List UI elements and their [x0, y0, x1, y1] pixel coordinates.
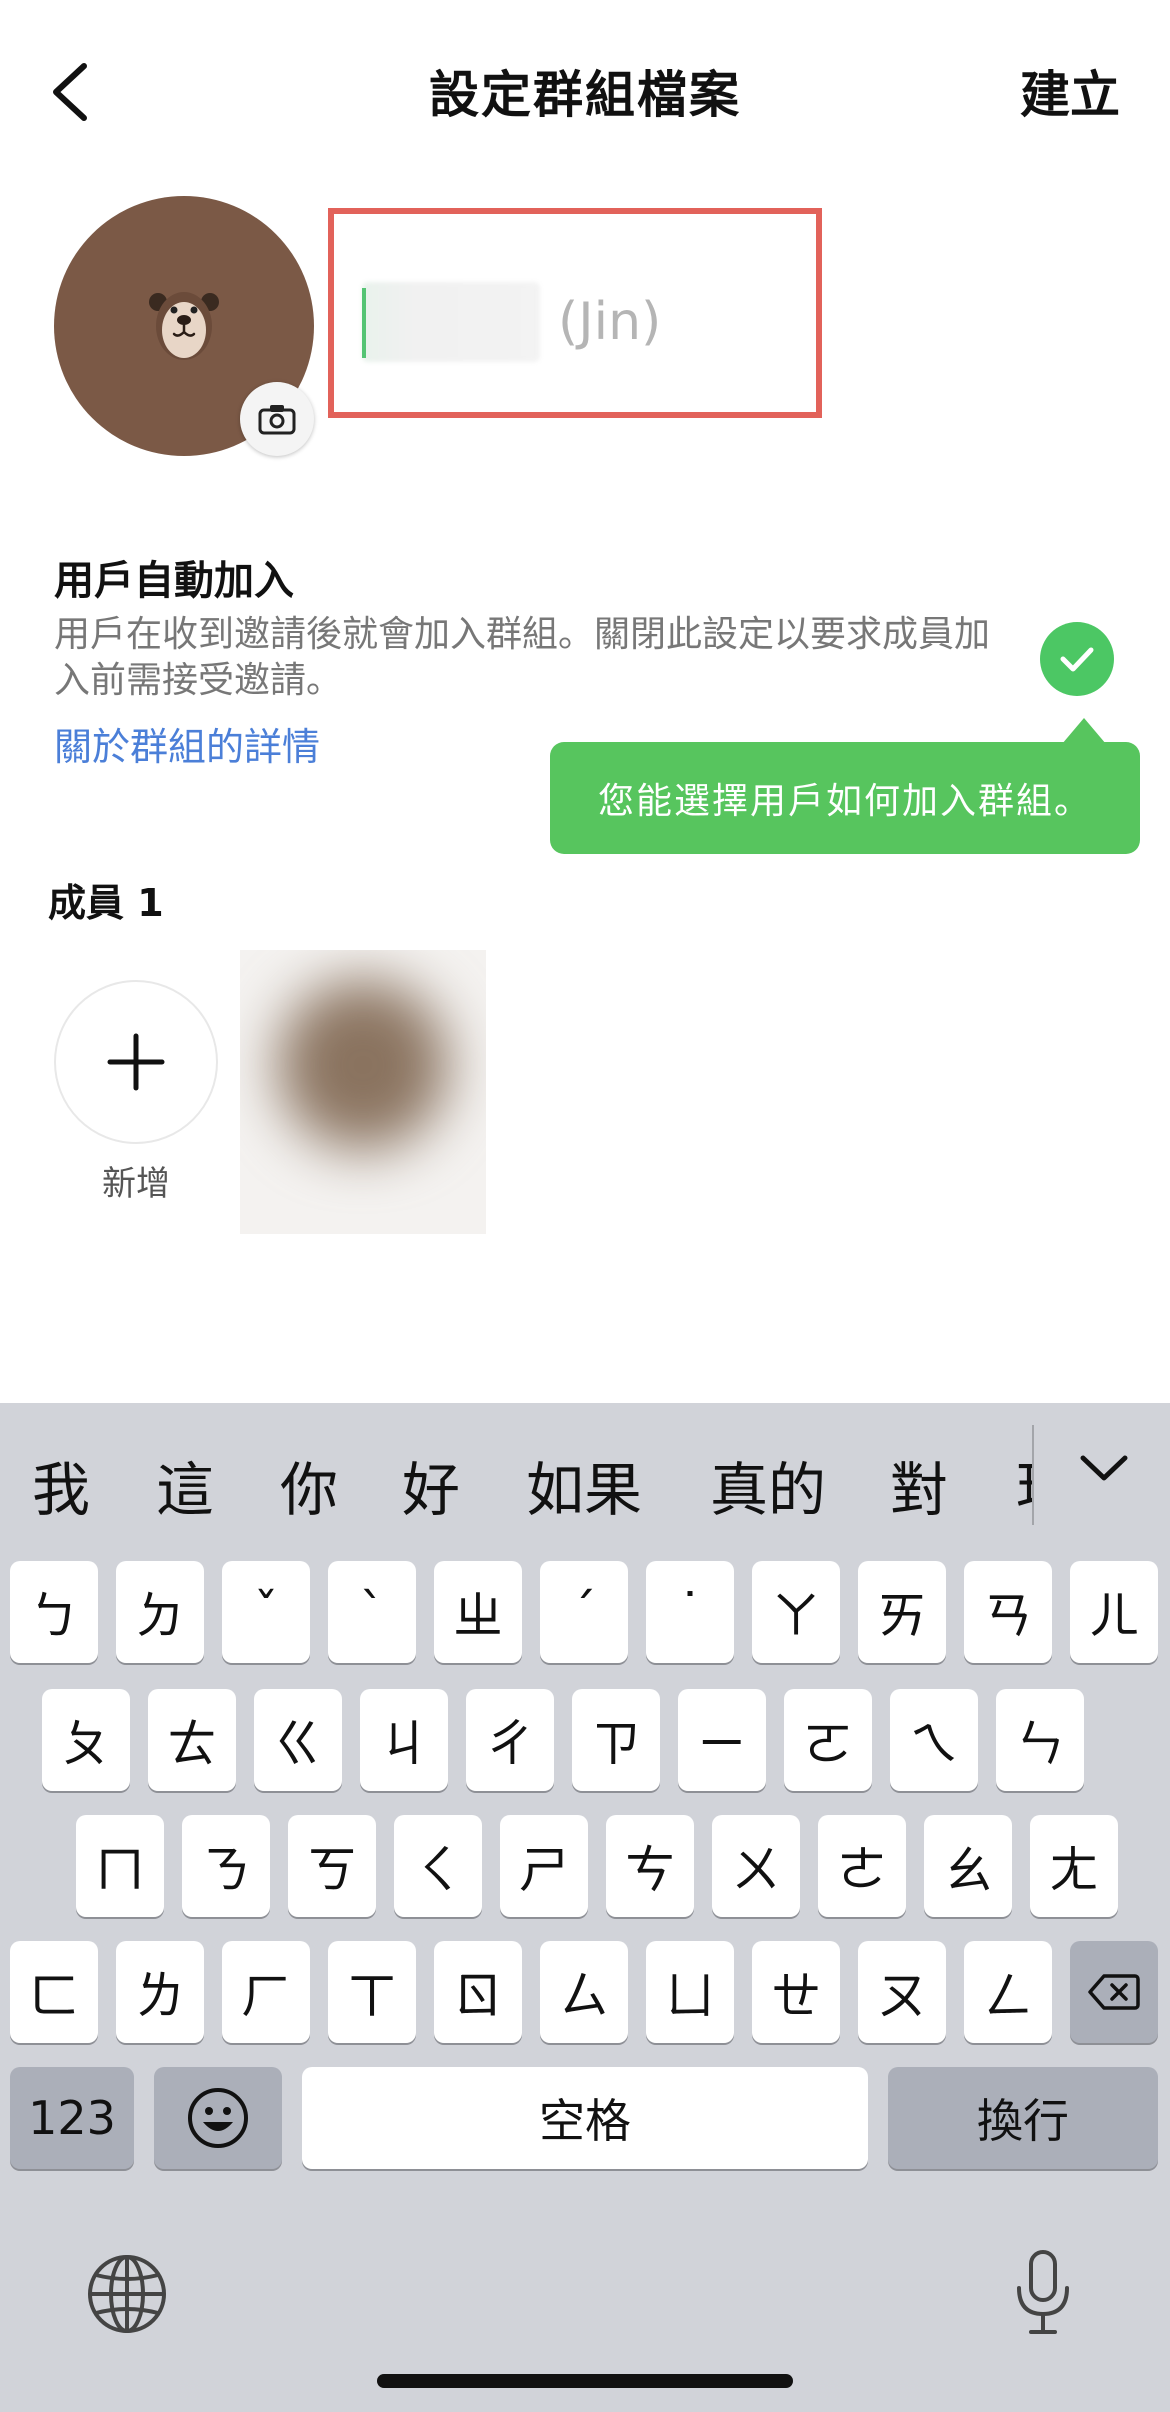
key[interactable]: ㄔ [466, 1689, 554, 1791]
return-key[interactable]: 換行 [888, 2067, 1158, 2169]
group-name-field[interactable]: (Jin) [328, 208, 822, 418]
globe-button[interactable] [82, 2249, 172, 2339]
key[interactable]: ˇ [222, 1561, 310, 1663]
header: 設定群組檔案 建立 [0, 0, 1170, 180]
emoji-key[interactable] [154, 2067, 282, 2169]
candidate-word[interactable]: 對 [890, 1443, 948, 1527]
candidate-word[interactable]: 你 [280, 1443, 338, 1527]
key[interactable]: ㄇ [76, 1815, 164, 1917]
key[interactable]: ㄥ [964, 1941, 1052, 2043]
key[interactable]: ㄉ [116, 1561, 204, 1663]
candidate-word[interactable]: 這 [156, 1443, 214, 1527]
key[interactable]: ㄨ [712, 1815, 800, 1917]
key[interactable]: ㄗ [572, 1689, 660, 1791]
key[interactable]: ㄢ [964, 1561, 1052, 1663]
key[interactable]: ㄘ [606, 1815, 694, 1917]
key[interactable]: ㄑ [394, 1815, 482, 1917]
key[interactable]: ㄈ [10, 1941, 98, 2043]
key[interactable]: ㄦ [1070, 1561, 1158, 1663]
text-cursor [362, 288, 366, 358]
key[interactable]: ˋ [328, 1561, 416, 1663]
key[interactable]: ㄤ [1030, 1815, 1118, 1917]
backspace-key[interactable] [1070, 1941, 1158, 2043]
key[interactable]: ㄣ [996, 1689, 1084, 1791]
candidate-word[interactable]: 如果 [526, 1443, 642, 1527]
key[interactable]: ㄕ [500, 1815, 588, 1917]
group-details-link[interactable]: 關於群組的詳情 [54, 716, 320, 771]
expand-candidates-button[interactable] [1076, 1441, 1132, 1497]
space-key[interactable]: 空格 [302, 2067, 868, 2169]
auto-join-toggle[interactable] [1040, 622, 1114, 696]
emoji-icon [188, 2088, 248, 2148]
key[interactable]: ㄒ [328, 1941, 416, 2043]
candidate-divider [1032, 1425, 1034, 1525]
key[interactable]: ㄞ [858, 1561, 946, 1663]
add-member-button[interactable] [54, 980, 218, 1144]
member-avatar[interactable] [240, 950, 486, 1234]
numbers-key[interactable]: 123 [10, 2067, 134, 2169]
key[interactable]: ㄍ [254, 1689, 342, 1791]
key[interactable]: ㄊ [148, 1689, 236, 1791]
key[interactable]: ㄐ [360, 1689, 448, 1791]
candidate-bar: 我 這 你 好 如果 真的 對 現 [0, 1403, 1170, 1553]
redacted-member [278, 980, 448, 1150]
plus-icon [107, 1033, 165, 1091]
candidate-word[interactable]: 真的 [710, 1443, 826, 1527]
key[interactable]: ㄩ [646, 1941, 734, 2043]
backspace-icon [1088, 1974, 1140, 2010]
camera-icon [258, 405, 296, 435]
create-button[interactable]: 建立 [1020, 55, 1120, 127]
key[interactable]: ㄙ [540, 1941, 628, 2043]
members-title: 成員 1 [48, 881, 164, 925]
key[interactable]: ㄖ [434, 1941, 522, 2043]
key[interactable]: ㄆ [42, 1689, 130, 1791]
globe-icon [88, 2255, 166, 2333]
auto-join-title: 用戶自動加入 [54, 558, 294, 604]
keyboard: 我 這 你 好 如果 真的 對 現 ㄅ ㄉ ˇ ˋ ㄓ ˊ ˙ ㄚ ㄞ ㄢ ㄦ … [0, 1403, 1170, 2412]
key[interactable]: ㄓ [434, 1561, 522, 1663]
key[interactable]: ㄏ [222, 1941, 310, 2043]
key[interactable]: ㄛ [784, 1689, 872, 1791]
redacted-name [362, 282, 540, 362]
tooltip: 您能選擇用戶如何加入群組。 [550, 742, 1140, 854]
key[interactable]: ㄚ [752, 1561, 840, 1663]
auto-join-description: 用戶在收到邀請後就會加入群組。關閉此設定以要求成員加入前需接受邀請。 [54, 614, 991, 701]
key[interactable]: ㄝ [752, 1941, 840, 2043]
key[interactable]: ㄜ [818, 1815, 906, 1917]
key[interactable]: ˙ [646, 1561, 734, 1663]
page-title: 設定群組檔案 [429, 66, 741, 124]
group-name-value: (Jin) [558, 292, 662, 352]
candidate-word[interactable]: 我 [32, 1443, 90, 1527]
candidate-word[interactable]: 好 [402, 1443, 460, 1527]
key[interactable]: ˊ [540, 1561, 628, 1663]
tooltip-arrow [1062, 718, 1106, 744]
home-indicator[interactable] [377, 2374, 793, 2388]
microphone-button[interactable] [998, 2243, 1088, 2343]
chevron-down-icon [1080, 1455, 1128, 1481]
key[interactable]: ㄅ [10, 1561, 98, 1663]
key[interactable]: ㄠ [924, 1815, 1012, 1917]
check-icon [1060, 647, 1094, 672]
key[interactable]: ㄎ [288, 1815, 376, 1917]
microphone-icon [1017, 2250, 1069, 2334]
candidate-word[interactable]: 現 [1016, 1443, 1032, 1527]
key[interactable]: ㄌ [116, 1941, 204, 2043]
change-photo-button[interactable] [240, 382, 314, 456]
add-member-label: 新增 [102, 1164, 170, 1204]
key[interactable]: ㄡ [858, 1941, 946, 2043]
key[interactable]: ㄟ [890, 1689, 978, 1791]
key[interactable]: ㄋ [182, 1815, 270, 1917]
key[interactable]: ㄧ [678, 1689, 766, 1791]
